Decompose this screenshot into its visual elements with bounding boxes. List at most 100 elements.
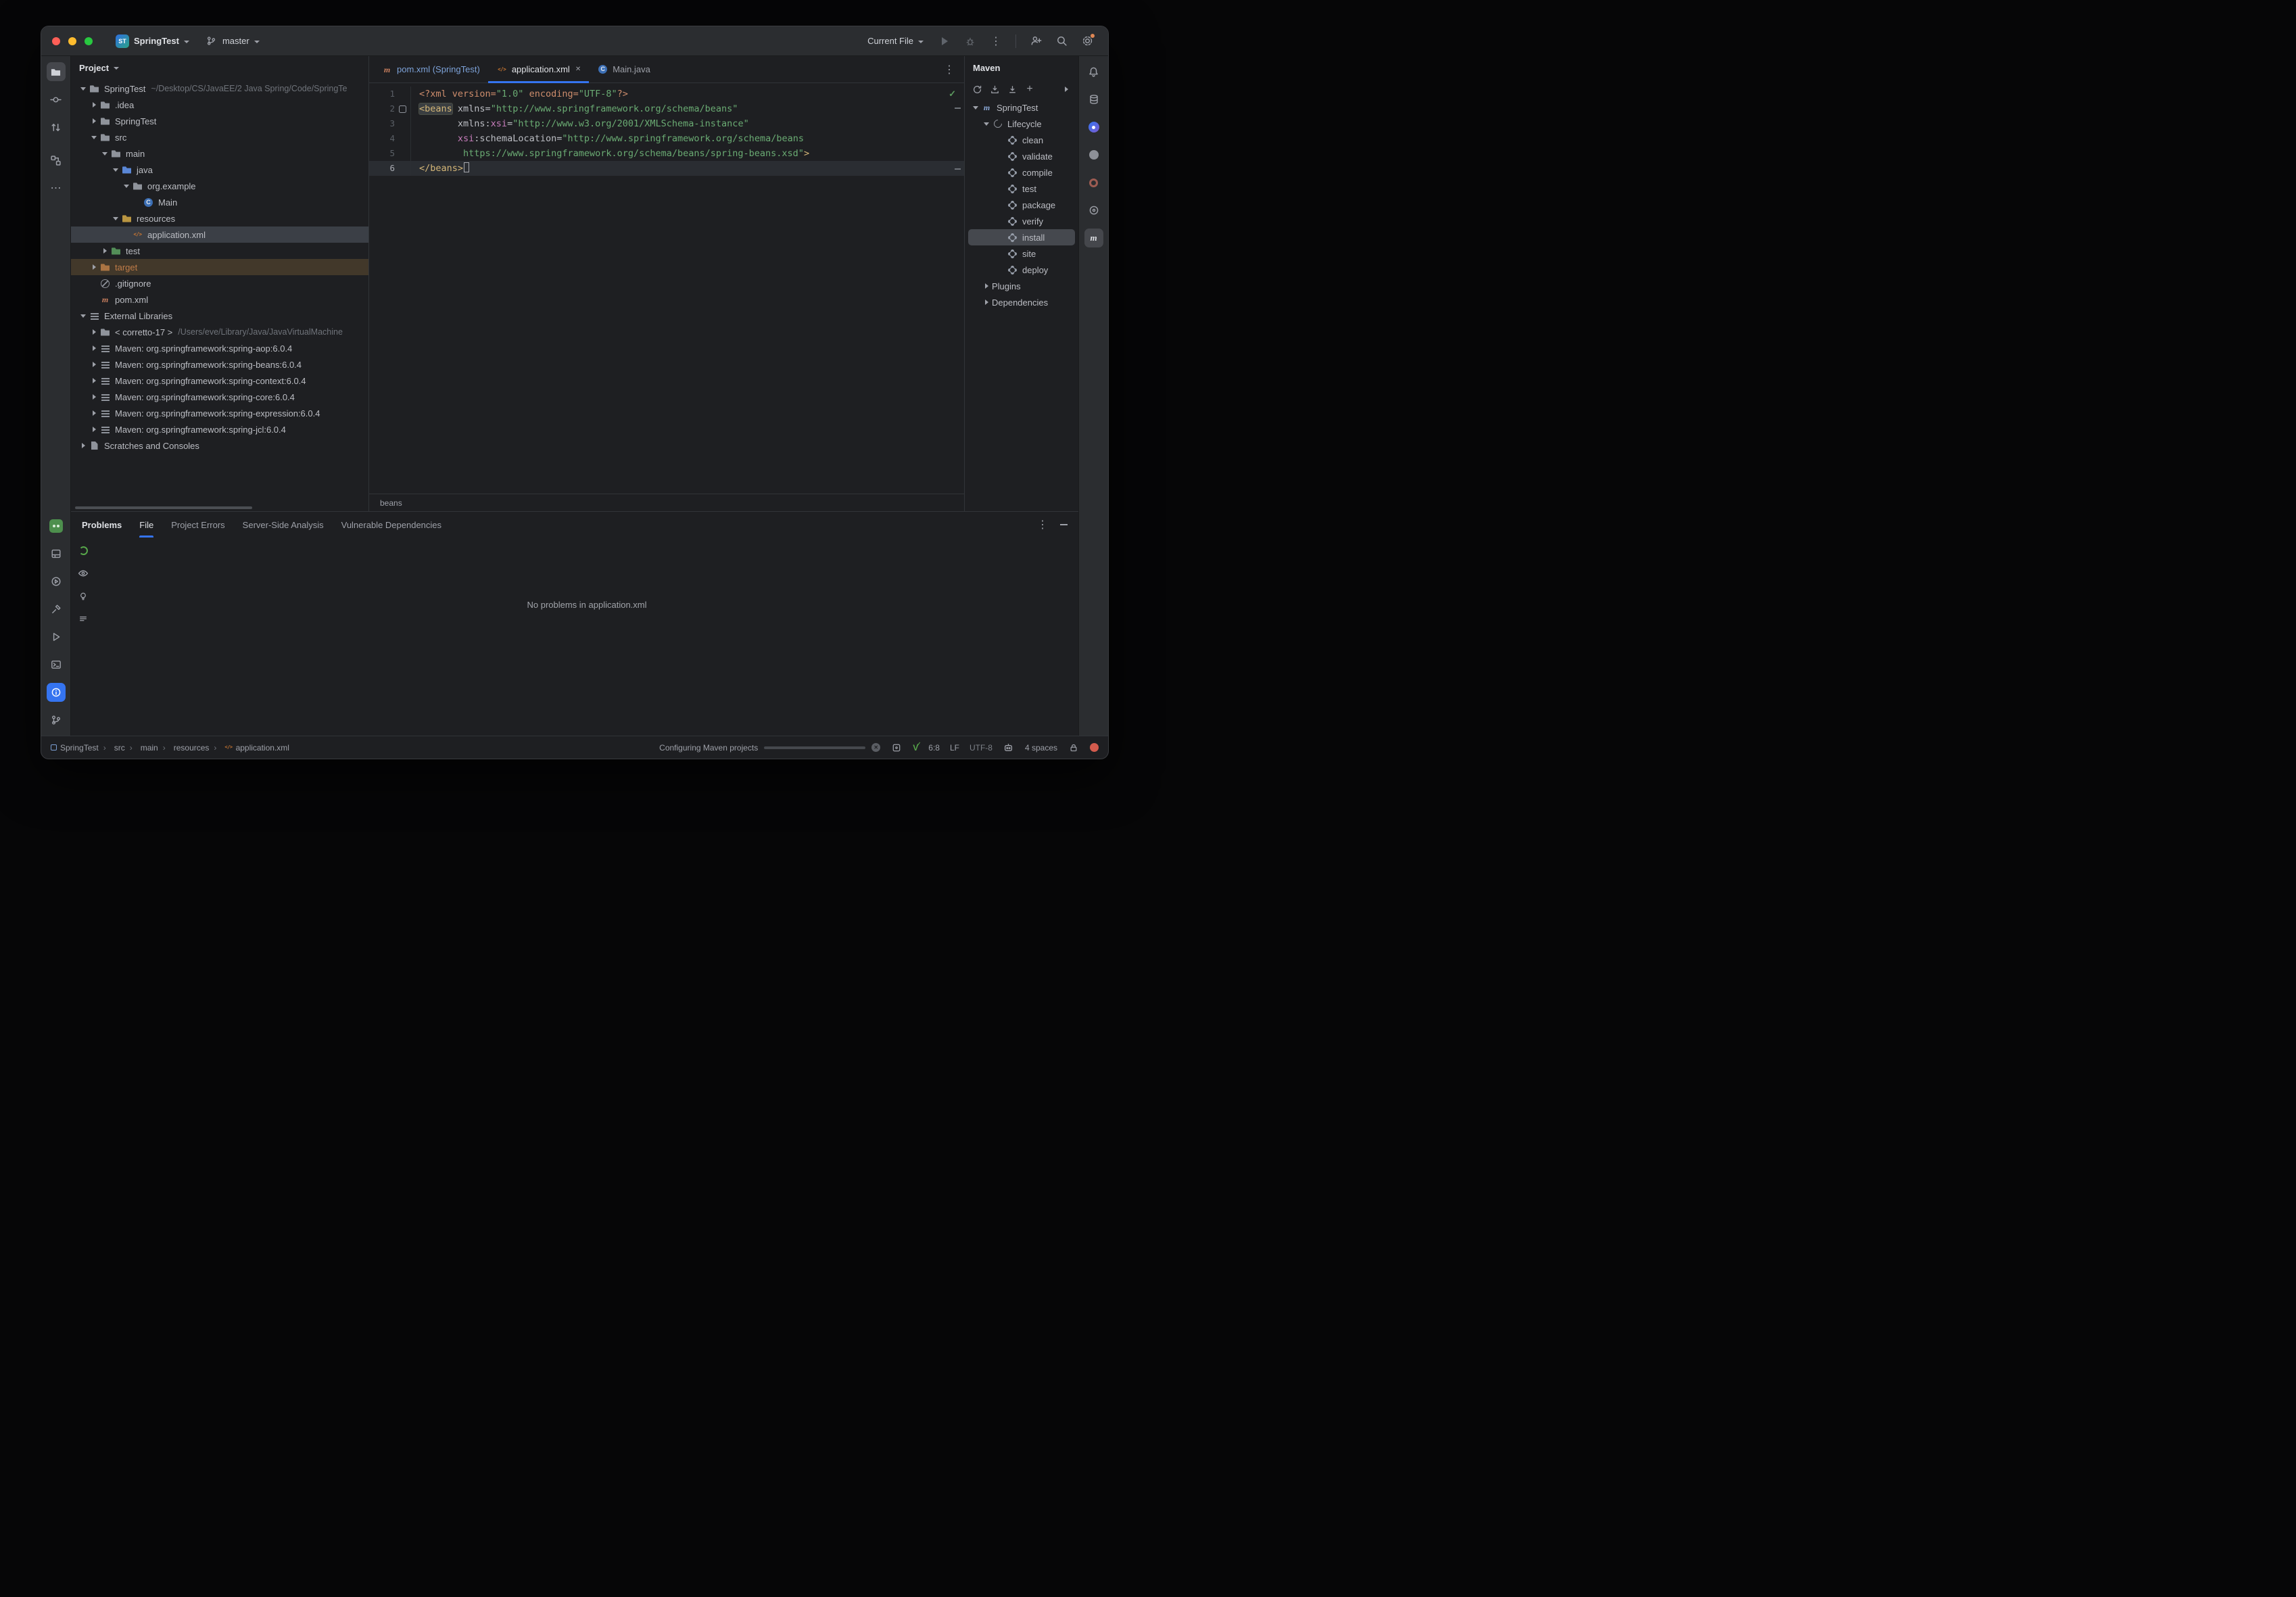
- line-separator-widget[interactable]: LF: [950, 743, 959, 753]
- maven-panel-header[interactable]: Maven: [965, 56, 1078, 79]
- maven-tree-row[interactable]: Plugins: [965, 278, 1078, 294]
- code-line[interactable]: 2 <beans xmlns="http://www.springframewor…: [369, 101, 964, 116]
- project-tree-row[interactable]: Maven: org.springframework:spring-jcl:6.…: [71, 421, 368, 437]
- download-sources-icon[interactable]: [986, 81, 1003, 97]
- tree-chevron-icon[interactable]: [89, 391, 99, 402]
- project-tree-row[interactable]: java: [71, 162, 368, 178]
- project-tree-row[interactable]: resources: [71, 210, 368, 227]
- execute-goal-icon[interactable]: [1004, 81, 1020, 97]
- indent-widget[interactable]: 4 spaces: [1025, 743, 1057, 753]
- structure-tool-icon[interactable]: [47, 151, 66, 170]
- ai-assistant-icon[interactable]: [1084, 118, 1103, 137]
- coverage-donut-icon[interactable]: [1084, 173, 1103, 192]
- tab-options-kebab-icon[interactable]: [934, 63, 964, 76]
- settings-button[interactable]: [1077, 31, 1097, 51]
- search-everywhere-button[interactable]: [1051, 31, 1072, 51]
- breadcrumb-item[interactable]: application.xml: [209, 743, 289, 753]
- problems-tab[interactable]: Server-Side Analysis: [243, 512, 324, 538]
- tree-chevron-icon[interactable]: [99, 245, 110, 256]
- window-close-button[interactable]: [52, 37, 60, 45]
- more-actions-button[interactable]: [986, 31, 1006, 51]
- debug-button[interactable]: [960, 31, 980, 51]
- pull-requests-tool-icon[interactable]: [47, 118, 66, 137]
- breadcrumb-item[interactable]: src: [99, 743, 125, 753]
- status-plugin-icon[interactable]: [890, 742, 903, 754]
- hide-panel-icon[interactable]: [1060, 524, 1068, 525]
- project-tree-row[interactable]: Maven: org.springframework:spring-beans:…: [71, 356, 368, 373]
- project-tree-row[interactable]: main: [71, 145, 368, 162]
- project-tree-row[interactable]: SpringTest: [71, 113, 368, 129]
- project-tree-row[interactable]: Maven: org.springframework:spring-aop:6.…: [71, 340, 368, 356]
- project-hscrollbar[interactable]: [71, 504, 368, 511]
- dependencies-icon[interactable]: [1084, 201, 1103, 220]
- maven-tree-row[interactable]: package: [965, 197, 1078, 213]
- tree-chevron-icon[interactable]: [981, 281, 992, 291]
- problems-tool-icon[interactable]: [46, 683, 66, 702]
- code-line[interactable]: 4 xsi:schemaLocation="http://www.springf…: [369, 131, 964, 146]
- project-widget[interactable]: ST SpringTest: [110, 32, 195, 51]
- v-check-icon[interactable]: [913, 741, 922, 753]
- project-tree-row[interactable]: SpringTest ~/Desktop/CS/JavaEE/2 Java Sp…: [71, 80, 368, 97]
- lock-icon[interactable]: [1068, 742, 1080, 754]
- tree-chevron-icon[interactable]: [89, 132, 99, 143]
- tree-chevron-icon[interactable]: [981, 118, 992, 129]
- run-button[interactable]: [934, 31, 955, 51]
- tree-chevron-icon[interactable]: [99, 148, 110, 159]
- project-tree-row[interactable]: target: [71, 259, 368, 275]
- maven-tree-row[interactable]: clean: [965, 132, 1078, 148]
- tree-chevron-icon[interactable]: [78, 310, 89, 321]
- code-line[interactable]: 3 xmlns:xsi="http://www.w3.org/2001/XMLS…: [369, 116, 964, 131]
- tree-chevron-icon[interactable]: [970, 102, 981, 113]
- add-maven-project-icon[interactable]: [1022, 81, 1038, 97]
- project-tree-row[interactable]: application.xml: [71, 227, 368, 243]
- inspections-ok-icon[interactable]: [949, 88, 956, 100]
- project-panel-header[interactable]: Project: [71, 56, 368, 79]
- version-control-tool-icon[interactable]: [47, 711, 66, 730]
- code-editor[interactable]: 1 <?xml version="1.0" encoding="UTF-8"?> 2…: [369, 83, 964, 494]
- tree-chevron-icon[interactable]: [121, 181, 132, 191]
- cancel-progress-icon[interactable]: [871, 743, 881, 752]
- database-icon[interactable]: [1084, 90, 1103, 109]
- tree-chevron-icon[interactable]: [89, 408, 99, 419]
- maven-tree-row[interactable]: compile: [965, 164, 1078, 181]
- project-tree-row[interactable]: Maven: org.springframework:spring-contex…: [71, 373, 368, 389]
- code-line[interactable]: 5 https://www.springframework.org/schema…: [369, 146, 964, 161]
- tree-chevron-icon[interactable]: [110, 213, 121, 224]
- background-task-widget[interactable]: Configuring Maven projects: [659, 743, 881, 753]
- layout-tool-icon[interactable]: [47, 544, 66, 563]
- project-tree-row[interactable]: Main: [71, 194, 368, 210]
- rescan-icon[interactable]: [76, 543, 91, 558]
- breadcrumb-item[interactable]: SpringTest: [51, 743, 99, 753]
- tree-chevron-icon[interactable]: [89, 343, 99, 354]
- editor-tab[interactable]: Main.java: [589, 56, 659, 82]
- tree-chevron-icon[interactable]: [89, 424, 99, 435]
- notifications-bell-icon[interactable]: [1084, 62, 1103, 81]
- robot-icon[interactable]: [1003, 742, 1015, 754]
- error-stripe-mark[interactable]: [955, 168, 961, 170]
- project-tree-row[interactable]: src: [71, 129, 368, 145]
- project-tree-row[interactable]: .idea: [71, 97, 368, 113]
- tree-chevron-icon[interactable]: [981, 297, 992, 308]
- project-tree-row[interactable]: Maven: org.springframework:spring-expres…: [71, 405, 368, 421]
- project-tree-row[interactable]: Maven: org.springframework:spring-core:6…: [71, 389, 368, 405]
- project-tree-row[interactable]: < corretto-17 > /Users/eve/Library/Java/…: [71, 324, 368, 340]
- project-tree-row[interactable]: Scratches and Consoles: [71, 437, 368, 454]
- project-tree-row[interactable]: .gitignore: [71, 275, 368, 291]
- tree-chevron-icon[interactable]: [89, 262, 99, 272]
- scrollbar-thumb[interactable]: [75, 506, 252, 509]
- maven-tree-row[interactable]: verify: [965, 213, 1078, 229]
- gradle-icon[interactable]: [1084, 145, 1103, 164]
- window-minimize-button[interactable]: [68, 37, 76, 45]
- project-tool-icon[interactable]: [46, 62, 66, 81]
- services-tool-icon[interactable]: [47, 572, 66, 591]
- maven-tree-row[interactable]: test: [965, 181, 1078, 197]
- caret-position-widget[interactable]: 6:8: [928, 743, 940, 753]
- project-tree-row[interactable]: External Libraries: [71, 308, 368, 324]
- run-configuration-selector[interactable]: Current File: [862, 33, 929, 49]
- maven-tree-row[interactable]: site: [965, 245, 1078, 262]
- breadcrumb-item[interactable]: resources: [158, 743, 210, 753]
- project-tree-row[interactable]: test: [71, 243, 368, 259]
- tree-chevron-icon[interactable]: [89, 116, 99, 126]
- maven-tool-icon[interactable]: m: [1084, 229, 1103, 247]
- window-zoom-button[interactable]: [85, 37, 93, 45]
